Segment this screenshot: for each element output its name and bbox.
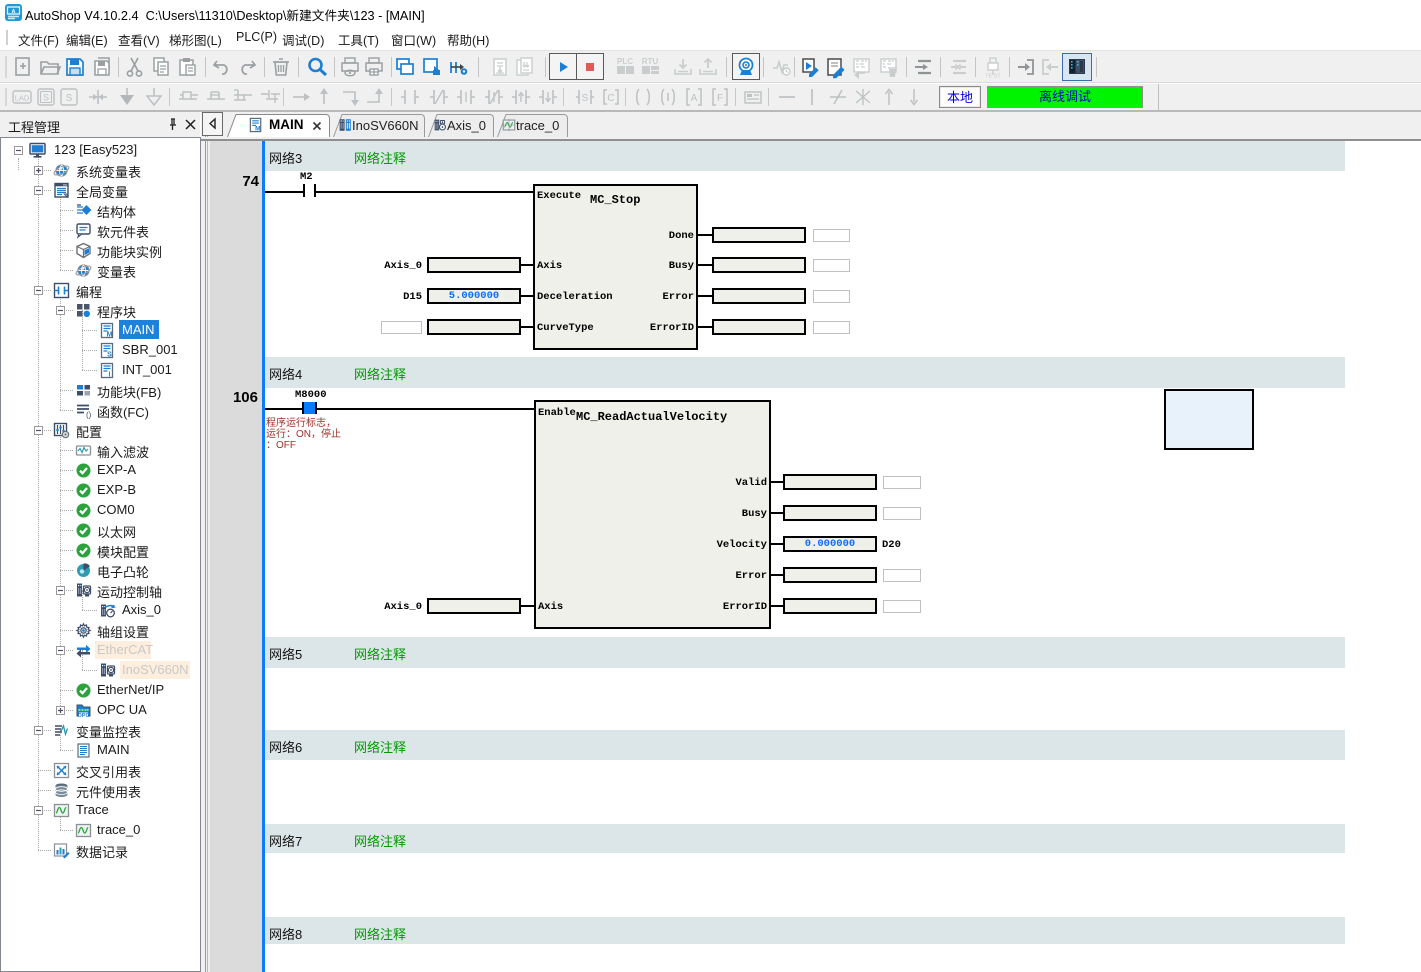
svg-text:F: F <box>717 93 723 104</box>
svg-text:M: M <box>255 126 261 133</box>
svg-text:RTU: RTU <box>642 57 659 66</box>
svg-text:(): () <box>86 411 92 420</box>
svg-text:M: M <box>107 332 113 339</box>
svg-text:TE ST: TE ST <box>985 74 1001 80</box>
svg-text:LAD: LAD <box>15 94 30 103</box>
svg-text:C: C <box>607 93 614 104</box>
svg-text:S: S <box>582 93 589 104</box>
svg-text:A: A <box>691 93 698 104</box>
svg-text:PLC: PLC <box>617 57 633 66</box>
svg-text:S: S <box>66 93 73 104</box>
svg-text:A: A <box>12 9 16 15</box>
svg-text:OPC: OPC <box>78 713 90 719</box>
svg-text:I: I <box>109 372 111 379</box>
svg-text:S: S <box>107 352 112 359</box>
svg-text:S: S <box>43 93 49 103</box>
